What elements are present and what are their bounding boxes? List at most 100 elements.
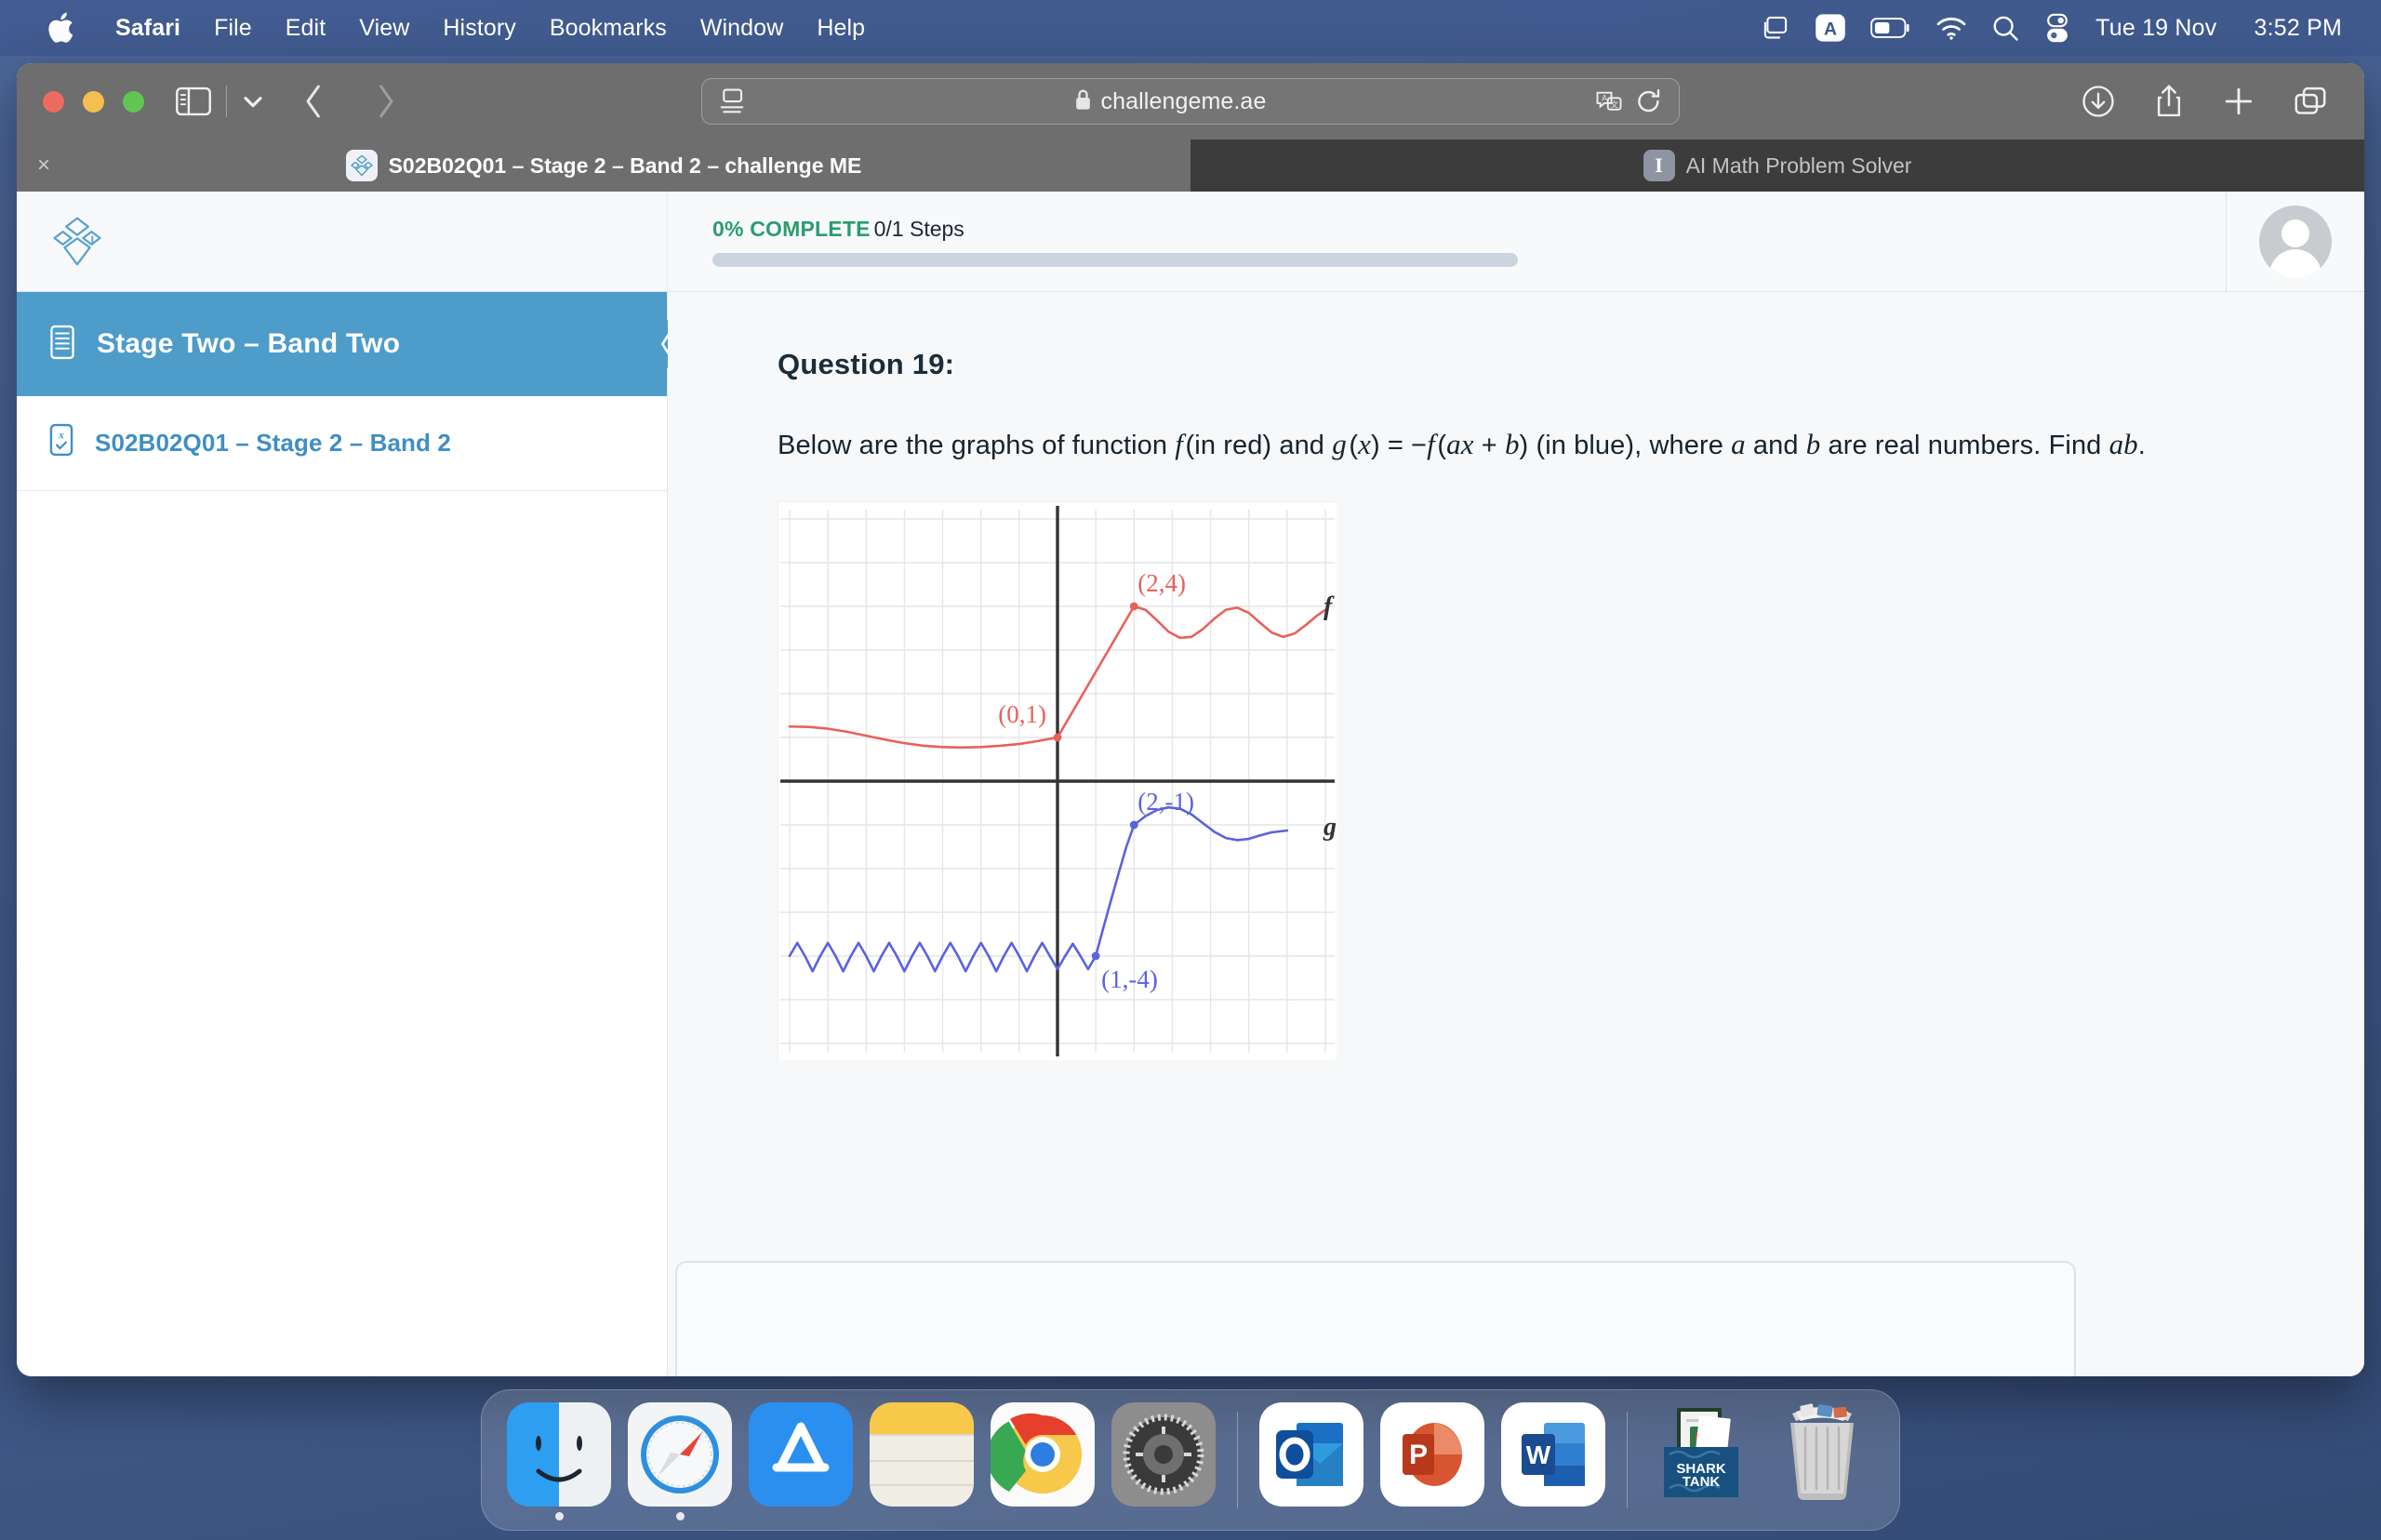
- dock-item-powerpoint[interactable]: P: [1372, 1390, 1493, 1530]
- menu-item-safari[interactable]: Safari: [99, 15, 197, 42]
- address-bar-actions: A文: [1595, 87, 1662, 115]
- running-indicator: [1308, 1512, 1316, 1520]
- avatar[interactable]: [2259, 205, 2332, 278]
- menu-item-file[interactable]: File: [197, 15, 269, 42]
- dock-divider: [1237, 1412, 1238, 1508]
- downloads-icon[interactable]: [2082, 85, 2115, 118]
- page-body: Stage Two – Band Two x S02B02Q01 – Stage…: [17, 292, 2364, 1376]
- menu-bar-time[interactable]: 3:52 PM: [2254, 15, 2342, 42]
- menu-item-view[interactable]: View: [342, 15, 426, 42]
- sidebar-section-title: Stage Two – Band Two: [97, 328, 401, 359]
- spotlight-search-icon[interactable]: [1991, 14, 2019, 42]
- sidebar-toggle-icon[interactable]: [176, 86, 211, 116]
- new-tab-plus-icon[interactable]: [2223, 86, 2255, 117]
- avatar-body: [2269, 248, 2321, 278]
- dock-item-system-settings[interactable]: [1103, 1390, 1224, 1530]
- svg-text:(1,-4): (1,-4): [1101, 965, 1158, 993]
- translate-icon[interactable]: A文: [1595, 88, 1623, 114]
- back-arrow-icon[interactable]: [301, 83, 326, 120]
- dock-item-notes[interactable]: [861, 1390, 982, 1530]
- running-indicator: [1160, 1512, 1168, 1520]
- macos-dock: P W SHARK TANK: [481, 1389, 1900, 1531]
- ai-math-favicon-icon: I: [1643, 150, 1675, 181]
- close-window-button[interactable]: [43, 90, 64, 113]
- tab-challengeme[interactable]: × S02B02Q01 – Stage 2 – Band 2 – challen…: [17, 139, 1190, 192]
- dock-divider: [1627, 1412, 1628, 1508]
- app-logo[interactable]: [17, 192, 668, 291]
- page-title: Question 19:: [778, 348, 955, 380]
- word-icon: W: [1501, 1402, 1605, 1507]
- menu-item-history[interactable]: History: [426, 15, 532, 42]
- trash-icon: [1770, 1402, 1874, 1507]
- control-center-icon[interactable]: [2043, 13, 2071, 43]
- system-settings-gear-icon: [1111, 1402, 1216, 1507]
- account-area[interactable]: [2227, 192, 2364, 291]
- input-source-a-icon[interactable]: A: [1815, 13, 1846, 43]
- progress-label: 0% COMPLETE 0/1 Steps: [712, 217, 2170, 242]
- web-page-content: 0% COMPLETE 0/1 Steps Stage Two – Band T…: [17, 192, 2364, 1376]
- tab-ai-math-problem-solver[interactable]: I AI Math Problem Solver: [1190, 139, 2364, 192]
- course-sidebar: Stage Two – Band Two x S02B02Q01 – Stage…: [17, 292, 691, 1376]
- notes-icon: [870, 1402, 974, 1507]
- minimize-window-button[interactable]: [83, 90, 104, 113]
- dock-item-chrome[interactable]: [982, 1390, 1103, 1530]
- sidebar-section-header[interactable]: Stage Two – Band Two: [17, 292, 691, 396]
- forward-arrow-icon[interactable]: [374, 83, 398, 120]
- address-bar[interactable]: challengeme.ae A文: [701, 78, 1680, 125]
- wifi-icon[interactable]: [1935, 15, 1967, 41]
- maximize-window-button[interactable]: [123, 90, 144, 113]
- menu-item-edit[interactable]: Edit: [269, 15, 342, 42]
- tab-title: S02B02Q01 – Stage 2 – Band 2 – challenge…: [388, 153, 862, 178]
- menu-bar-date[interactable]: Tue 19 Nov: [2095, 15, 2216, 42]
- svg-text:文: 文: [1610, 99, 1618, 109]
- browser-toolbar: challengeme.ae A文: [17, 63, 2364, 139]
- app-header: 0% COMPLETE 0/1 Steps: [17, 192, 2364, 292]
- toolbar-right-actions: [2082, 84, 2338, 119]
- screen-mirroring-icon[interactable]: [1761, 14, 1790, 42]
- menu-item-window[interactable]: Window: [684, 15, 801, 42]
- safari-icon: [628, 1402, 732, 1507]
- tab-overview-icon[interactable]: [2294, 86, 2327, 117]
- function-graph-figure: (0,1) (2,4) f (2,-1) (1,-4) g: [778, 501, 1337, 1061]
- menu-item-help[interactable]: Help: [800, 15, 882, 42]
- url-text: challengeme.ae: [1100, 87, 1267, 114]
- svg-text:A: A: [1824, 19, 1837, 39]
- dock-item-outlook[interactable]: [1251, 1390, 1372, 1530]
- reader-view-icon[interactable]: [719, 87, 745, 115]
- running-indicator: [797, 1512, 805, 1520]
- share-icon[interactable]: [2154, 84, 2184, 119]
- answer-input[interactable]: [675, 1261, 2076, 1376]
- menu-bar-items: Safari File Edit View History Bookmarks …: [22, 11, 882, 45]
- safari-browser-window: challengeme.ae A文 × S02B02Q01 – Stage 2 …: [17, 63, 2364, 1376]
- dock-item-app-store[interactable]: [740, 1390, 861, 1530]
- toolbar-divider: [226, 86, 227, 117]
- menu-bar-status-area: A Tue 19 Nov 3:52 PM: [1761, 13, 2359, 43]
- function-graph-svg: (0,1)(2,4)f(2,-1)(1,-4)g: [778, 502, 1337, 1061]
- reload-icon[interactable]: [1636, 87, 1662, 115]
- dock-item-finder[interactable]: [499, 1390, 619, 1530]
- window-traffic-lights: [43, 90, 144, 113]
- challengeme-favicon-icon: [345, 150, 378, 181]
- running-indicator: [554, 1512, 564, 1520]
- dock-item-word[interactable]: W: [1493, 1390, 1614, 1530]
- dock-item-safari[interactable]: [619, 1390, 740, 1530]
- apple-menu-icon[interactable]: [22, 11, 99, 45]
- course-progress: 0% COMPLETE 0/1 Steps: [668, 192, 2227, 291]
- lock-icon: [1074, 88, 1092, 115]
- svg-text:(2,-1): (2,-1): [1137, 788, 1194, 816]
- menu-item-bookmarks[interactable]: Bookmarks: [533, 15, 684, 42]
- sidebar-item-s02b02q01[interactable]: x S02B02Q01 – Stage 2 – Band 2: [17, 396, 667, 491]
- address-bar-content[interactable]: challengeme.ae: [745, 88, 1595, 115]
- battery-icon[interactable]: [1870, 16, 1911, 40]
- dock-item-shark-tank-stack[interactable]: SHARK TANK: [1641, 1390, 1762, 1530]
- outlook-icon: [1259, 1402, 1363, 1507]
- svg-text:TANK: TANK: [1683, 1474, 1721, 1490]
- close-tab-icon[interactable]: ×: [37, 154, 50, 177]
- running-indicator: [1550, 1512, 1558, 1520]
- svg-text:(2,4): (2,4): [1137, 569, 1186, 597]
- browser-tab-bar: × S02B02Q01 – Stage 2 – Band 2 – challen…: [17, 139, 2364, 192]
- dock-item-trash[interactable]: [1762, 1390, 1882, 1530]
- tab-title: AI Math Problem Solver: [1685, 153, 1912, 178]
- chevron-down-icon[interactable]: [242, 92, 264, 111]
- running-indicator: [1429, 1512, 1437, 1520]
